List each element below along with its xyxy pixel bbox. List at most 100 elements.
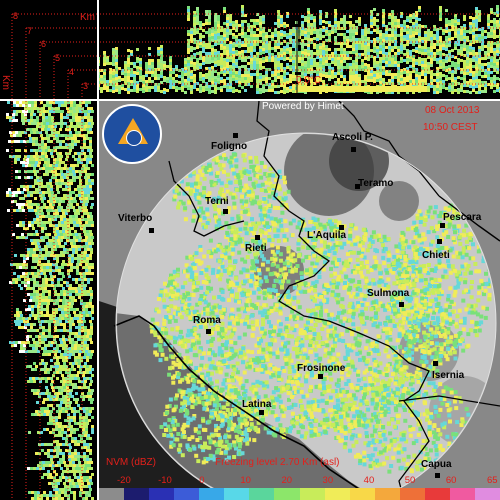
top-echo-cell [226,38,229,41]
left-echo-cell [42,284,45,287]
left-echo-cell [73,164,76,167]
top-echo-cell [232,60,235,63]
top-echo-cell [133,86,136,89]
top-echo-cell [415,47,418,50]
top-echo-cell [235,20,238,23]
top-echo-cell [475,16,478,19]
left-echo-cell [48,233,51,236]
left-echo-cell [19,209,22,212]
left-echo-cell [58,431,61,434]
top-echo-cell [235,35,238,38]
top-echo-cell [226,17,229,20]
left-echo-cell [58,242,61,245]
top-echo-cell [400,15,403,18]
top-echo-cell [454,80,457,83]
left-echo-cell [87,167,90,170]
left-echo-cell [74,443,77,446]
top-echo-cell [457,37,460,40]
top-echo-cell [373,38,376,41]
top-echo-cell [256,79,259,82]
top-echo-cell [496,47,499,50]
top-echo-cell [109,77,112,80]
left-echo-cell [83,383,86,386]
top-echo-cell [409,50,412,53]
top-echo-cell [445,30,448,33]
left-echo-cell [88,311,91,314]
top-echo-cell [454,44,457,47]
top-echo-cell [256,22,259,25]
left-echo-cell [75,293,78,296]
top-echo-cell [280,78,283,81]
left-echo-cell [49,398,52,401]
top-echo-cell [259,76,262,79]
top-echo-cell [469,46,472,49]
top-echo-cell [187,60,190,63]
top-echo-cell [205,73,208,76]
top-echo-cell [172,86,175,89]
left-echo-cell [33,329,36,332]
top-echo-cell [322,50,325,53]
left-echo-cell [87,293,90,296]
left-echo-cell [34,494,37,497]
left-echo-cell [85,242,88,245]
top-echo-cell [226,23,229,26]
top-echo-cell [223,73,226,76]
left-echo-cell [41,347,44,350]
top-echo-cell [484,57,487,60]
top-echo-cell [166,89,169,92]
top-echo-cell [289,59,292,62]
left-echo-cell [55,122,58,125]
top-echo-cell [211,30,214,33]
left-echo-cell [56,212,59,215]
left-echo-cell [78,386,81,389]
top-echo-cell [496,50,499,53]
left-echo-cell [56,140,59,143]
left-echo-cell [90,341,93,344]
left-echo-cell [42,332,45,335]
top-echo-cell [286,48,289,51]
left-echo-cell [36,206,39,209]
top-echo-cell [346,51,349,54]
top-echo-cell [241,20,244,23]
top-echo-cell [256,88,259,91]
top-echo-cell [154,74,157,77]
top-echo-cell [259,64,262,67]
top-echo-cell [283,22,286,25]
top-echo-cell [424,79,427,82]
top-echo-cell [250,61,253,64]
top-echo-cell [451,49,454,52]
left-echo-cell [88,197,91,200]
top-echo-cell [112,72,115,75]
left-echo-cell [33,119,36,122]
top-echo-cell [106,86,109,89]
top-echo-cell [154,71,157,74]
top-echo-cell [163,91,166,94]
left-echo-cell [20,161,23,164]
top-echo-cell [241,80,244,83]
top-echo-cell [211,51,214,54]
top-echo-cell [445,75,448,78]
top-echo-cell [112,48,115,51]
top-echo-cell [412,31,415,34]
left-echo-cell [13,101,16,104]
top-echo-cell [385,52,388,55]
top-echo-cell [226,44,229,47]
left-echo-cell [89,458,92,461]
left-echo-cell [35,302,38,305]
top-echo-cell [460,86,463,89]
top-echo-cell [469,52,472,55]
top-echo-cell [403,77,406,80]
left-echo-cell [86,344,89,347]
left-echo-cell [78,278,81,281]
top-echo-cell [238,57,241,60]
top-echo-cell [241,23,244,26]
left-echo-cell [88,305,91,308]
top-echo-cell [334,24,337,27]
left-echo-cell [56,410,59,413]
left-echo-cell [70,350,73,353]
left-echo-cell [72,362,75,365]
left-echo-cell [70,134,73,137]
left-echo-cell [34,122,37,125]
left-echo-cell [72,125,75,128]
left-echo-cell [75,341,78,344]
